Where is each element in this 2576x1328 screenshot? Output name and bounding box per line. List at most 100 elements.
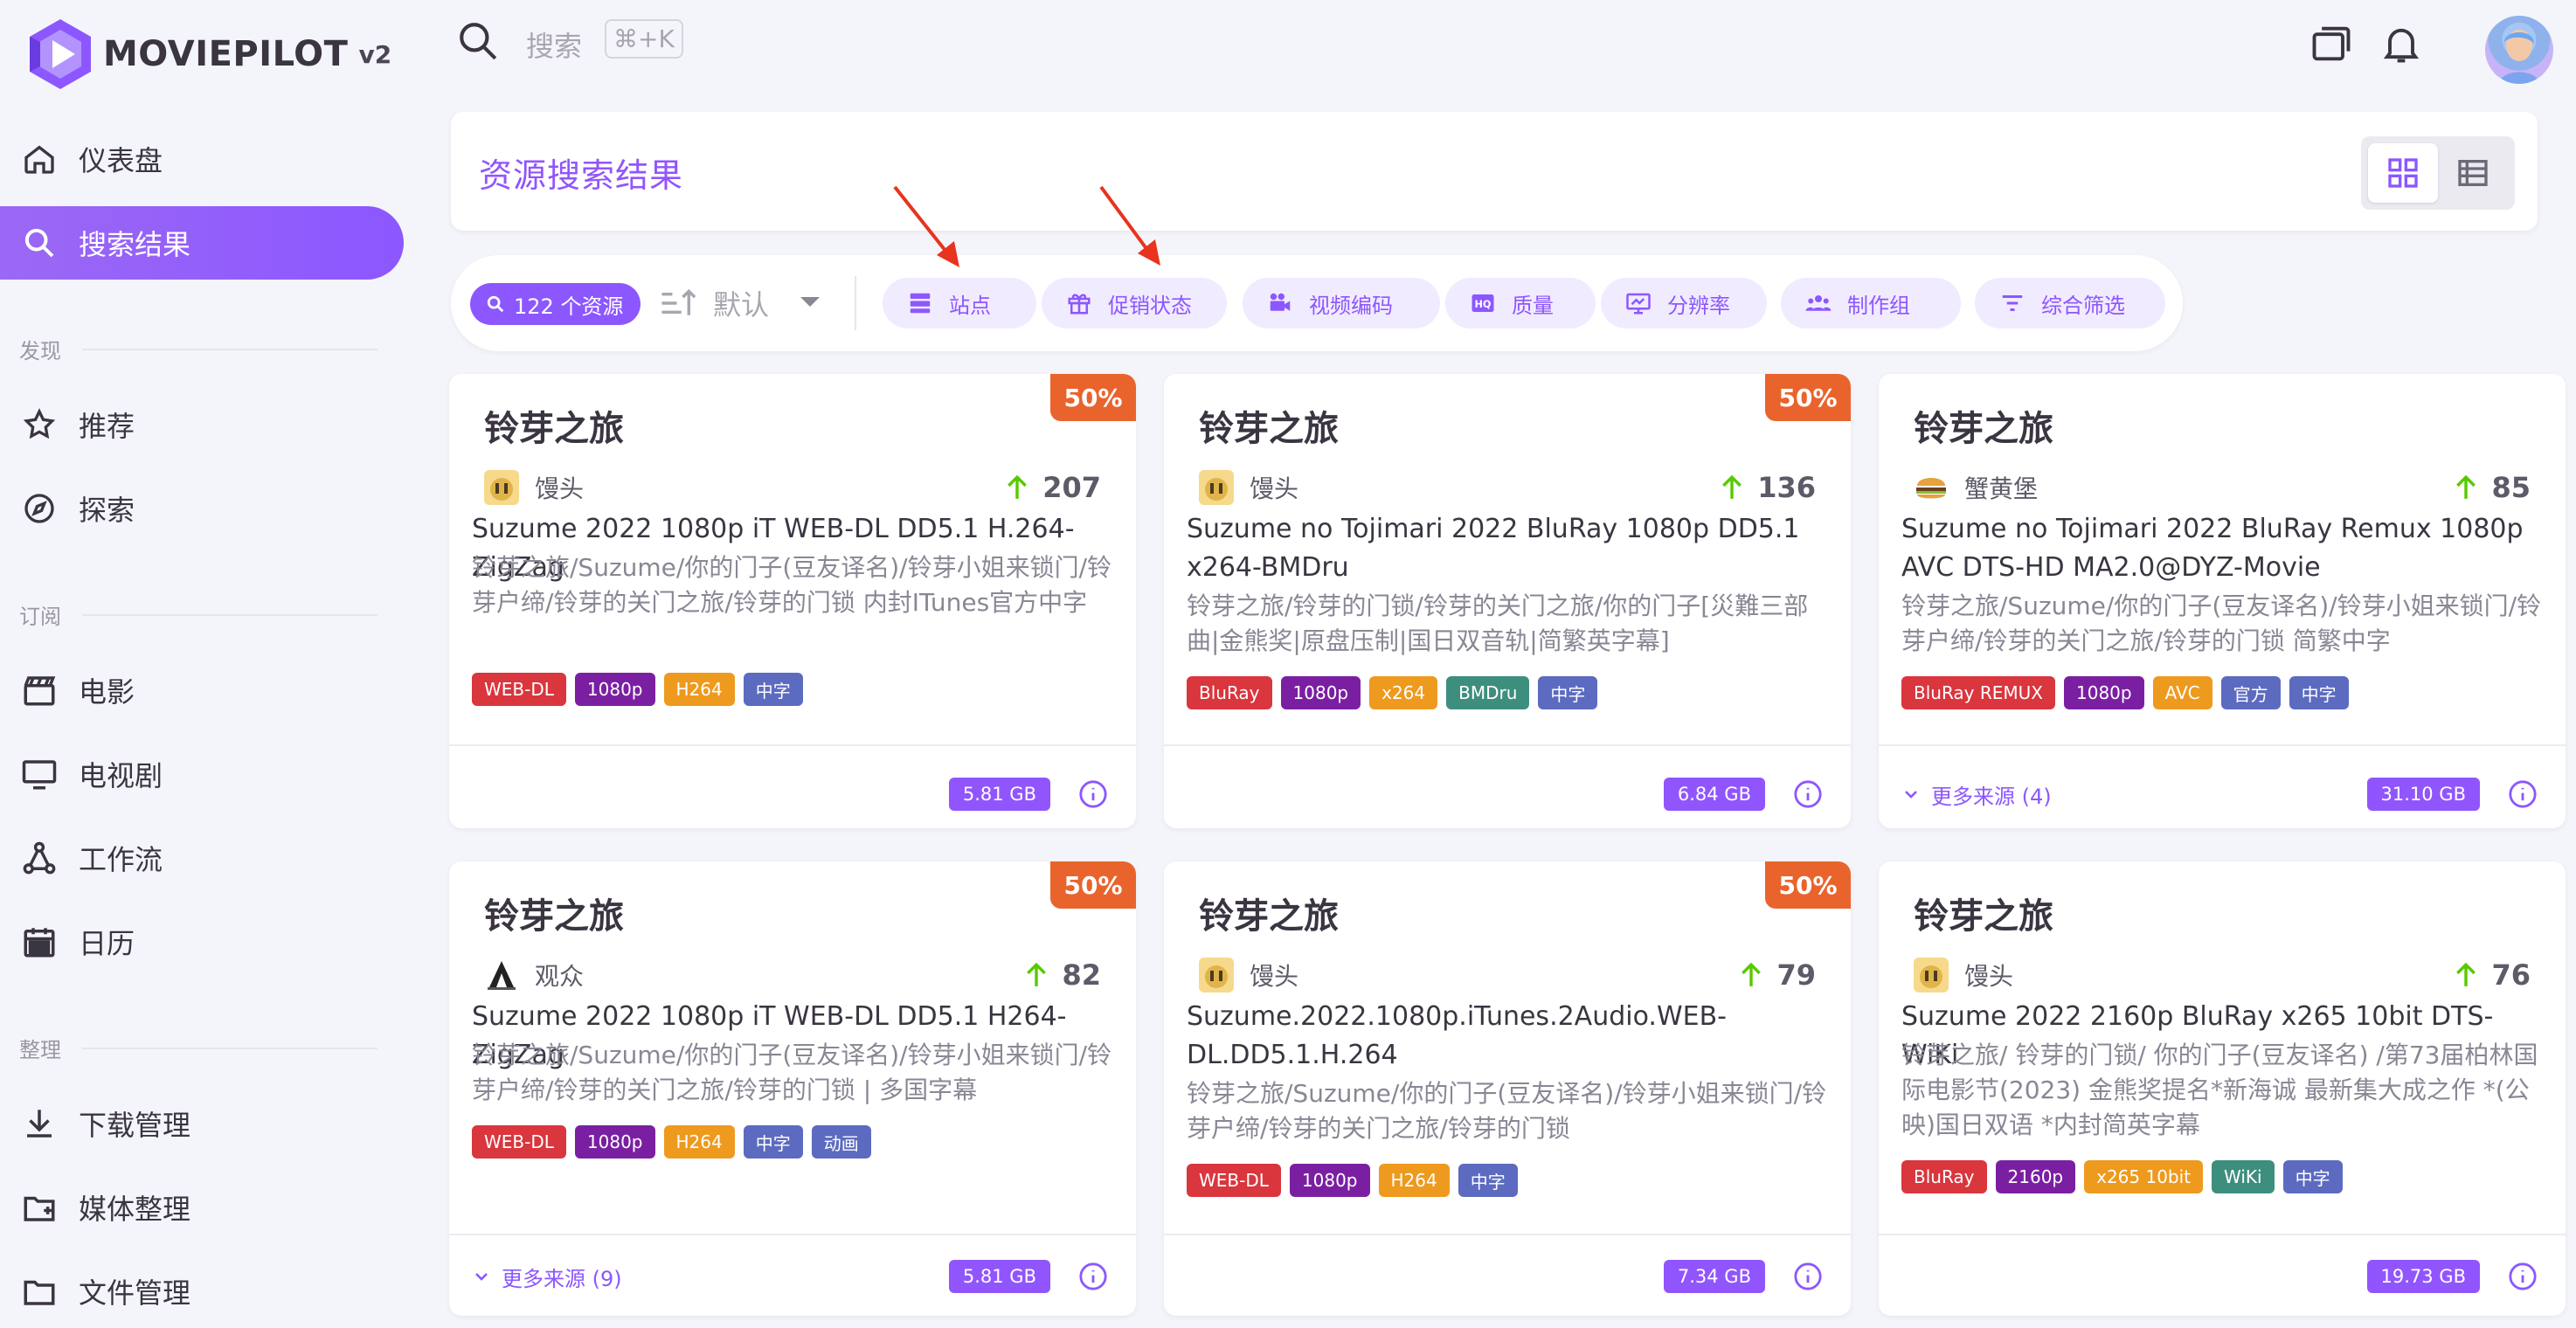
- tag: 中字: [1538, 676, 1598, 709]
- sidebar-item-recommend[interactable]: 推荐: [0, 388, 404, 461]
- sort-select[interactable]: 默认: [659, 278, 769, 329]
- info-icon[interactable]: [1077, 778, 1110, 811]
- app-logo[interactable]: MOVIEPILOT v2: [26, 17, 391, 91]
- chevron-down-icon[interactable]: [800, 297, 820, 307]
- search-icon: [19, 223, 59, 263]
- result-card[interactable]: 50% 铃芽之旅 馒头 79 Suzume.2022.1080p.iTunes.…: [1164, 861, 1851, 1316]
- sidebar-item-label: 仪表盘: [79, 144, 163, 177]
- more-sources-button[interactable]: 更多来源 (9): [474, 1260, 622, 1293]
- card-title: 铃芽之旅: [1199, 409, 1339, 449]
- grid-view-button[interactable]: [2368, 143, 2438, 203]
- tag: 中字: [743, 673, 803, 706]
- tag: H264: [663, 1125, 735, 1159]
- section-discover: 发现: [19, 334, 377, 364]
- tag: 1080p: [1289, 1164, 1370, 1197]
- tag: 中字: [1458, 1164, 1518, 1197]
- search-icon: [487, 295, 504, 313]
- filter-video-codec[interactable]: 视频编码: [1243, 278, 1440, 329]
- seeders-count: 136: [1721, 468, 1816, 507]
- filter-bar: 122 个资源 默认 站点 促销状态 视频编码 HQ 质量 分辨率 制作组 综合…: [451, 255, 2183, 351]
- card-title: 铃芽之旅: [1914, 896, 2053, 937]
- sidebar-item-search-results[interactable]: 搜索结果: [0, 206, 404, 280]
- list-view-button[interactable]: [2438, 143, 2508, 203]
- tag-list: BluRay 1080p x264 BMDru 中字: [1187, 676, 1598, 709]
- info-icon[interactable]: [2506, 778, 2539, 811]
- divider: [1879, 744, 2566, 746]
- size-badge: 5.81 GB: [948, 1260, 1050, 1293]
- promo-badge: 50%: [1050, 861, 1136, 909]
- filter-group[interactable]: 制作组: [1781, 278, 1961, 329]
- result-card[interactable]: 50% 铃芽之旅 馒头 136 Suzume no Tojimari 2022 …: [1164, 374, 1851, 828]
- result-card[interactable]: 50% 铃芽之旅 观众 82 Suzume 2022 1080p iT WEB-…: [449, 861, 1136, 1316]
- sidebar-item-tv[interactable]: 电视剧: [0, 737, 404, 811]
- tag-list: BluRay REMUX 1080p AVC 官方 中字: [1901, 676, 2349, 709]
- promo-badge: 50%: [1050, 374, 1136, 421]
- search-icon[interactable]: [456, 19, 500, 63]
- avatar[interactable]: [2485, 16, 2553, 84]
- tag: H264: [663, 673, 735, 706]
- tag: WEB-DL: [1187, 1164, 1281, 1197]
- page-title: 资源搜索结果: [479, 156, 684, 195]
- bell-icon[interactable]: [2379, 21, 2424, 66]
- card-title: 铃芽之旅: [1199, 896, 1339, 937]
- filter-resolution[interactable]: 分辨率: [1601, 278, 1767, 329]
- chevron-down-icon: [1905, 791, 1917, 799]
- filter-site[interactable]: 站点: [883, 278, 1036, 329]
- tag-list: BluRay 2160p x265 10bit WiKi 中字: [1901, 1160, 2343, 1193]
- info-icon[interactable]: [1791, 778, 1825, 811]
- filter-promotion[interactable]: 促销状态: [1042, 278, 1227, 329]
- windows-icon[interactable]: [2309, 21, 2354, 66]
- workflow-icon: [19, 838, 59, 878]
- tag: 1080p: [574, 673, 655, 706]
- info-icon[interactable]: [1791, 1260, 1825, 1293]
- sidebar-item-file-manager[interactable]: 文件管理: [0, 1255, 404, 1328]
- result-card[interactable]: 铃芽之旅 馒头 76 Suzume 2022 2160p BluRay x265…: [1879, 861, 2566, 1316]
- tag-list: WEB-DL 1080p H264 中字: [472, 673, 803, 706]
- tag: 1080p: [574, 1125, 655, 1159]
- annotation-arrow-icon: [893, 185, 959, 267]
- tag: 动画: [811, 1125, 871, 1159]
- filter-advanced[interactable]: 综合筛选: [1975, 278, 2165, 329]
- site-logo-icon: [1914, 958, 1949, 993]
- sidebar-item-explore[interactable]: 探索: [0, 472, 404, 545]
- sidebar-item-label: 电影: [79, 675, 135, 709]
- site-logo-icon: [488, 961, 516, 990]
- sidebar-item-calendar[interactable]: 日历: [0, 905, 404, 979]
- size-badge: 6.84 GB: [1663, 778, 1765, 811]
- tv-icon: [19, 754, 59, 794]
- info-icon[interactable]: [1077, 1260, 1110, 1293]
- sidebar-item-label: 媒体整理: [79, 1193, 191, 1226]
- site-label: 蟹黄堡: [1914, 468, 2038, 507]
- search-input[interactable]: 搜索: [526, 24, 582, 65]
- sidebar-item-dashboard[interactable]: 仪表盘: [0, 122, 404, 196]
- info-icon[interactable]: [2506, 1260, 2539, 1293]
- seeders-count: 82: [1025, 956, 1101, 994]
- release-description: 铃芽之旅/Suzume/你的门子(豆友译名)/铃芽小姐来锁门/铃芽户缔/铃芽的关…: [472, 553, 1112, 617]
- arrow-up-icon: [2456, 474, 2476, 499]
- more-sources-button[interactable]: 更多来源 (4): [1903, 778, 2052, 811]
- release-name: Suzume.2022.1080p.iTunes.2Audio.WEB-DL.D…: [1187, 1001, 1727, 1070]
- tag: 2160p: [1995, 1160, 2076, 1193]
- moviepilot-logo-icon: [30, 19, 91, 89]
- group-icon: [1805, 290, 1832, 316]
- sidebar-item-media-organize[interactable]: 媒体整理: [0, 1171, 404, 1244]
- divider: [449, 1234, 1136, 1235]
- result-card[interactable]: 铃芽之旅 蟹黄堡 85 Suzume no Tojimari 2022 BluR…: [1879, 374, 2566, 828]
- divider: [1164, 744, 1851, 746]
- size-badge: 19.73 GB: [2366, 1260, 2480, 1293]
- size-badge: 5.81 GB: [948, 778, 1050, 811]
- sidebar-item-downloads[interactable]: 下载管理: [0, 1087, 404, 1160]
- sidebar-item-movies[interactable]: 电影: [0, 654, 404, 727]
- server-icon: [907, 290, 933, 316]
- filter-quality[interactable]: HQ 质量: [1445, 278, 1596, 329]
- sidebar-item-label: 推荐: [79, 410, 135, 443]
- sidebar-item-workflow[interactable]: 工作流: [0, 821, 404, 895]
- result-card[interactable]: 50% 铃芽之旅 馒头 207 Suzume 2022 1080p iT WEB…: [449, 374, 1136, 828]
- divider: [1164, 1234, 1851, 1235]
- monitor-icon: [1625, 290, 1652, 316]
- seeders-count: 85: [2455, 468, 2531, 507]
- chevron-down-icon: [475, 1273, 488, 1281]
- seeders-count: 79: [1740, 956, 1816, 994]
- site-label: 馒头: [1199, 468, 1298, 507]
- release-description: 铃芽之旅/ 铃芽的门锁/ 你的门子(豆友译名) /第73届柏林国际电影节(202…: [1901, 1041, 2538, 1139]
